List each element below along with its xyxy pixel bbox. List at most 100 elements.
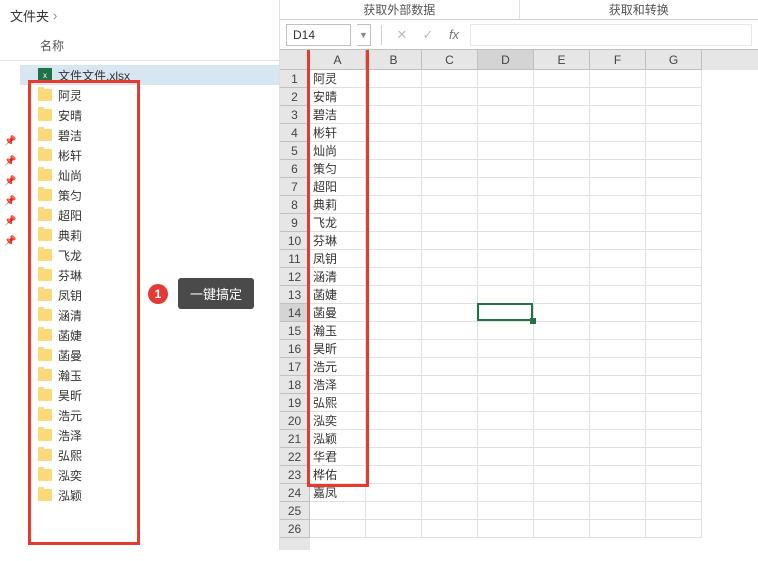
cell-C18[interactable] [422,376,478,394]
cell-E20[interactable] [534,412,590,430]
cell-G2[interactable] [646,88,702,106]
cell-D17[interactable] [478,358,534,376]
cell-B24[interactable] [366,484,422,502]
cell-E24[interactable] [534,484,590,502]
cell-E4[interactable] [534,124,590,142]
column-header-A[interactable]: A [310,50,366,70]
cell-B26[interactable] [366,520,422,538]
cell-G10[interactable] [646,232,702,250]
cell-G25[interactable] [646,502,702,520]
cell-B8[interactable] [366,196,422,214]
row-header-5[interactable]: 5 [280,142,310,160]
cell-A18[interactable]: 浩泽 [310,376,366,394]
cell-A12[interactable]: 涵清 [310,268,366,286]
cell-C24[interactable] [422,484,478,502]
cell-E23[interactable] [534,466,590,484]
row-header-1[interactable]: 1 [280,70,310,88]
column-header-F[interactable]: F [590,50,646,70]
cell-A21[interactable]: 泓颖 [310,430,366,448]
cell-G5[interactable] [646,142,702,160]
row-header-9[interactable]: 9 [280,214,310,232]
folder-row[interactable]: 超阳 [20,205,279,225]
cell-F26[interactable] [590,520,646,538]
cell-B1[interactable] [366,70,422,88]
cell-A11[interactable]: 凤钥 [310,250,366,268]
cell-C12[interactable] [422,268,478,286]
cell-C26[interactable] [422,520,478,538]
cell-E21[interactable] [534,430,590,448]
folder-row[interactable]: 泓颖 [20,485,279,505]
cell-C25[interactable] [422,502,478,520]
cell-D25[interactable] [478,502,534,520]
cell-A16[interactable]: 昊昕 [310,340,366,358]
cell-A8[interactable]: 典莉 [310,196,366,214]
cell-A1[interactable]: 阿灵 [310,70,366,88]
cell-F3[interactable] [590,106,646,124]
cell-D5[interactable] [478,142,534,160]
cell-E3[interactable] [534,106,590,124]
cell-C13[interactable] [422,286,478,304]
cell-G8[interactable] [646,196,702,214]
cell-A25[interactable] [310,502,366,520]
cell-E6[interactable] [534,160,590,178]
cell-F13[interactable] [590,286,646,304]
breadcrumb[interactable]: 文件夹 › [0,0,279,31]
cell-D13[interactable] [478,286,534,304]
fx-icon[interactable]: fx [444,27,464,42]
folder-row[interactable]: 安晴 [20,105,279,125]
cell-E7[interactable] [534,178,590,196]
cell-A6[interactable]: 策匀 [310,160,366,178]
cell-D3[interactable] [478,106,534,124]
cell-A23[interactable]: 桦佑 [310,466,366,484]
cell-B5[interactable] [366,142,422,160]
cell-F9[interactable] [590,214,646,232]
cell-C16[interactable] [422,340,478,358]
cell-G6[interactable] [646,160,702,178]
folder-row[interactable]: 昊昕 [20,385,279,405]
name-box[interactable]: D14 [286,24,351,46]
cell-E25[interactable] [534,502,590,520]
cell-C7[interactable] [422,178,478,196]
cell-F8[interactable] [590,196,646,214]
cell-F16[interactable] [590,340,646,358]
folder-row[interactable]: 彬轩 [20,145,279,165]
column-header-B[interactable]: B [366,50,422,70]
cell-F2[interactable] [590,88,646,106]
row-header-26[interactable]: 26 [280,520,310,538]
cell-C23[interactable] [422,466,478,484]
cell-G9[interactable] [646,214,702,232]
folder-row[interactable]: 碧洁 [20,125,279,145]
cell-B3[interactable] [366,106,422,124]
cell-F14[interactable] [590,304,646,322]
cell-A17[interactable]: 浩元 [310,358,366,376]
cell-C22[interactable] [422,448,478,466]
cell-G7[interactable] [646,178,702,196]
cell-C9[interactable] [422,214,478,232]
cell-G1[interactable] [646,70,702,88]
cancel-icon[interactable]: ✕ [392,27,412,43]
ribbon-group-external-data[interactable]: 获取外部数据 [280,0,520,19]
cell-G4[interactable] [646,124,702,142]
cell-G15[interactable] [646,322,702,340]
cell-G16[interactable] [646,340,702,358]
row-header-24[interactable]: 24 [280,484,310,502]
cell-E1[interactable] [534,70,590,88]
ribbon-group-get-transform[interactable]: 获取和转换 [520,0,758,19]
cell-F20[interactable] [590,412,646,430]
cell-A7[interactable]: 超阳 [310,178,366,196]
cell-C19[interactable] [422,394,478,412]
cell-A9[interactable]: 飞龙 [310,214,366,232]
cell-A22[interactable]: 华君 [310,448,366,466]
cell-A3[interactable]: 碧洁 [310,106,366,124]
cell-D1[interactable] [478,70,534,88]
cell-G26[interactable] [646,520,702,538]
cell-G11[interactable] [646,250,702,268]
folder-row[interactable]: 菡婕 [20,325,279,345]
cell-C3[interactable] [422,106,478,124]
folder-row[interactable]: 浩元 [20,405,279,425]
cell-C8[interactable] [422,196,478,214]
select-all-corner[interactable] [280,50,310,70]
cell-A10[interactable]: 芬琳 [310,232,366,250]
row-header-22[interactable]: 22 [280,448,310,466]
cell-B12[interactable] [366,268,422,286]
